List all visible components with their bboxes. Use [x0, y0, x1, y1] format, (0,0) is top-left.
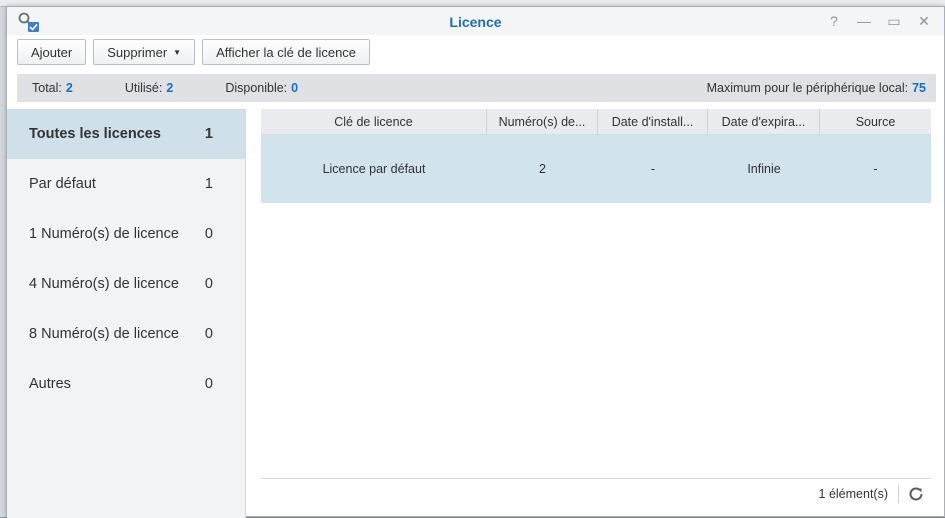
chevron-down-icon: ▼ — [173, 47, 182, 57]
stat-total: Total: 2 — [32, 81, 73, 95]
stat-used: Utilisé: 2 — [125, 81, 173, 95]
stat-used-label: Utilisé: — [124, 81, 163, 95]
delete-button[interactable]: Supprimer ▼ — [93, 39, 196, 65]
sidebar-item-1-license[interactable]: 1 Numéro(s) de licence 0 — [7, 209, 245, 259]
stat-used-value: 2 — [166, 81, 174, 95]
show-license-key-button[interactable]: Afficher la clé de licence — [202, 39, 371, 65]
stat-total-value: 2 — [65, 81, 73, 95]
delete-button-label: Supprimer — [107, 44, 168, 60]
item-count: 1 élément(s) — [818, 487, 888, 501]
cell-license-count: 2 — [539, 162, 546, 176]
cell-source: - — [873, 162, 878, 176]
minimize-icon[interactable]: — — [856, 13, 872, 29]
sidebar-item-count: 0 — [204, 276, 213, 292]
sidebar-item-count: 0 — [204, 376, 213, 392]
sidebar-item-label: Par défaut — [29, 176, 96, 192]
cell-expiry-date: Infinie — [747, 162, 781, 176]
licence-window: Licence ? — ▭ ✕ Ajouter Supprimer ▼ Affi… — [6, 6, 945, 518]
sidebar-item-count: 1 — [204, 126, 213, 142]
table-row[interactable]: Licence par défaut 2 - Infinie - — [261, 135, 931, 203]
column-header-license-count[interactable]: Numéro(s) de... — [487, 109, 598, 134]
window-title: Licence — [449, 14, 502, 30]
maximize-icon[interactable]: ▭ — [886, 13, 902, 29]
stat-total-label: Total: — [32, 81, 62, 95]
stat-available-value: 0 — [291, 81, 299, 95]
close-icon[interactable]: ✕ — [916, 13, 932, 29]
add-button[interactable]: Ajouter — [17, 39, 87, 65]
refresh-icon[interactable] — [907, 485, 925, 503]
sidebar-item-label: Autres — [29, 376, 71, 392]
stat-max-local: Maximum pour le périphérique local: 75 — [707, 81, 926, 95]
sidebar-item-count: 0 — [204, 326, 213, 342]
sidebar-item-others[interactable]: Autres 0 — [7, 359, 245, 409]
sidebar-item-label: 8 Numéro(s) de licence — [29, 326, 179, 342]
add-button-label: Ajouter — [31, 44, 73, 60]
stat-max-label: Maximum pour le périphérique local: — [706, 81, 909, 95]
column-header-source[interactable]: Source — [820, 109, 931, 134]
show-license-key-label: Afficher la clé de licence — [216, 44, 357, 60]
sidebar-item-count: 0 — [204, 226, 213, 242]
sidebar-item-all-licenses[interactable]: Toutes les licences 1 — [7, 109, 245, 159]
sidebar-item-8-licenses[interactable]: 8 Numéro(s) de licence 0 — [7, 309, 245, 359]
sidebar-item-label: 4 Numéro(s) de licence — [29, 276, 179, 292]
title-bar[interactable]: Licence ? — ▭ ✕ — [7, 7, 944, 35]
stat-available-label: Disponible: — [225, 81, 288, 95]
sidebar-item-count: 1 — [204, 176, 213, 192]
stat-max-value: 75 — [912, 81, 926, 95]
help-icon[interactable]: ? — [826, 13, 842, 29]
stat-available: Disponible: 0 — [225, 81, 298, 95]
sidebar-item-default[interactable]: Par défaut 1 — [7, 159, 245, 209]
cell-license-key: Licence par défaut — [322, 162, 426, 176]
table-header: Clé de licence Numéro(s) de... Date d'in… — [261, 109, 931, 135]
toolbar: Ajouter Supprimer ▼ Afficher la clé de l… — [17, 39, 371, 67]
column-header-install-date[interactable]: Date d'install... — [598, 109, 708, 134]
table-footer: 1 élément(s) — [261, 478, 931, 509]
cell-install-date: - — [650, 162, 656, 176]
license-table-panel: Clé de licence Numéro(s) de... Date d'in… — [261, 109, 931, 518]
sidebar-item-label: Toutes les licences — [29, 126, 161, 142]
license-category-sidebar: Toutes les licences 1 Par défaut 1 1 Num… — [7, 109, 246, 518]
sidebar-item-4-licenses[interactable]: 4 Numéro(s) de licence 0 — [7, 259, 245, 309]
footer-divider — [898, 485, 899, 503]
sidebar-item-label: 1 Numéro(s) de licence — [29, 226, 179, 242]
column-header-expiry-date[interactable]: Date d'expira... — [708, 109, 820, 134]
license-summary-bar: Total: 2 Utilisé: 2 Disponible: 0 Maximu… — [17, 74, 936, 102]
column-header-license-key[interactable]: Clé de licence — [261, 109, 487, 134]
